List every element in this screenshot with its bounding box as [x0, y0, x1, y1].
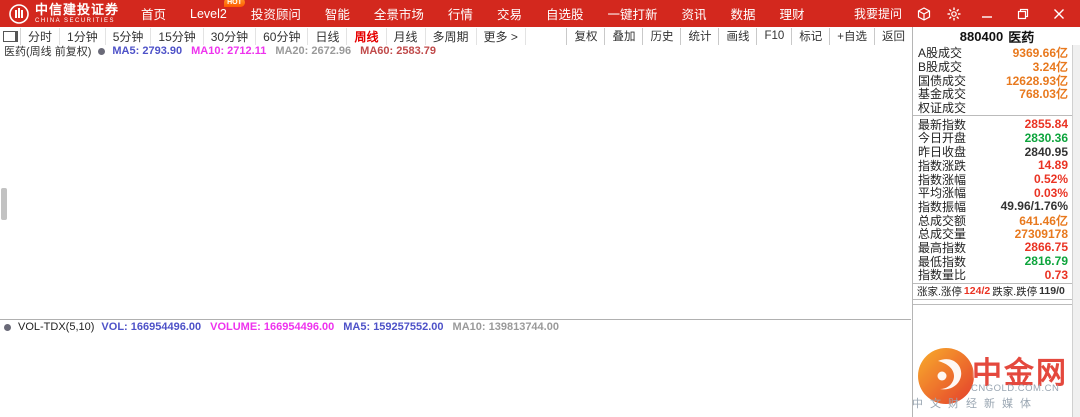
menu-item-wealth[interactable]: 理财 [768, 4, 817, 23]
action-history[interactable]: 历史 [642, 28, 680, 45]
menu-item-data[interactable]: 数据 [719, 4, 768, 23]
ma-value: MA20: 2672.96 [275, 45, 351, 57]
candlestick-chart[interactable] [0, 53, 912, 319]
chart-region: 医药(周线 前复权) MA5: 2793.90 MA10: 2712.11 MA20… [0, 45, 912, 417]
period-60min[interactable]: 60分钟 [256, 28, 308, 45]
menu-item-news[interactable]: 资讯 [669, 4, 718, 23]
panel-scrollbar-thumb[interactable] [1, 188, 7, 220]
period-month[interactable]: 月线 [387, 28, 426, 45]
quote-label: 指数量比 [918, 266, 966, 283]
volume-value: VOL: 166954496.00 [101, 321, 201, 333]
symbol-name: 医药 [1008, 27, 1034, 46]
advancers-label: 涨家.涨停 [917, 284, 962, 299]
brand-name-cn: 中信建投证券 [35, 3, 119, 16]
minimize-button[interactable] [976, 6, 998, 22]
quote-row: 指数量比 0.73 [913, 268, 1072, 282]
citic-logo-icon [8, 3, 30, 25]
topbar-right: 我要提问 [854, 5, 1080, 22]
volume-values: VOL: 166954496.00 VOLUME: 166954496.00 MA5… [101, 321, 559, 333]
indicator-toggle-icon[interactable] [98, 48, 105, 55]
restore-button[interactable] [1012, 6, 1034, 22]
action-adjust[interactable]: 复权 [566, 28, 604, 45]
action-draw[interactable]: 画线 [718, 28, 756, 45]
chart-title: 医药(周线 前复权) [4, 43, 91, 59]
quote-row: 权证成交 [913, 101, 1072, 115]
quote-value: 2830.36 [1025, 131, 1068, 145]
brand: 中信建投证券 CHINA SECURITIES [0, 3, 129, 25]
chart-header: 医药(周线 前复权) MA5: 2793.90 MA10: 2712.11 MA20… [4, 45, 436, 57]
decliners-label: 跌家.跌停 [992, 284, 1037, 299]
theme-cube-icon[interactable] [916, 6, 932, 22]
quote-value: 768.03亿 [1019, 85, 1068, 102]
menu-item-level2[interactable]: Level2HOT [178, 7, 239, 21]
volume-value: VOLUME: 166954496.00 [210, 321, 334, 333]
action-stats[interactable]: 统计 [680, 28, 718, 45]
menu-item-quotes[interactable]: 行情 [436, 4, 485, 23]
layout-split-icon[interactable] [0, 28, 21, 45]
menu-item-market-view[interactable]: 全景市场 [362, 4, 436, 23]
period-fenshi[interactable]: 分时 [21, 28, 60, 45]
period-5min[interactable]: 5分钟 [106, 28, 152, 45]
quote-value: 14.89 [1038, 158, 1068, 172]
ma-value: MA60: 2583.79 [360, 45, 436, 57]
brand-name-en: CHINA SECURITIES [35, 18, 119, 24]
volume-chart[interactable] [0, 335, 912, 417]
breadth-row: 涨家.涨停 124/2 跌家.跌停 119/0 [913, 284, 1072, 300]
ma-values: MA5: 2793.90 MA10: 2712.11 MA20: 2672.96 MA… [112, 45, 436, 57]
quote-group: 最新指数2855.84今日开盘2830.36昨日收盘2840.95指数涨跌14.… [913, 116, 1072, 283]
menu-item-advisor[interactable]: 投资顾问 [239, 4, 313, 23]
money-flow-rows [913, 300, 1072, 305]
period-15min[interactable]: 15分钟 [151, 28, 203, 45]
quote-value: 2840.95 [1025, 145, 1068, 159]
quote-value: 0.03% [1034, 186, 1068, 200]
volume-indicator-name: VOL-TDX(5,10) [18, 321, 94, 333]
quote-value: 0.73 [1045, 268, 1068, 282]
ma-value: MA10: 2712.11 [191, 45, 266, 57]
quote-value: 2855.84 [1025, 117, 1068, 131]
symbol-header: 880400 医药 [912, 27, 1080, 46]
period-day[interactable]: 日线 [308, 28, 347, 45]
action-back[interactable]: 返回 [874, 28, 912, 45]
quote-value: 27309178 [1015, 227, 1068, 241]
volume-header: VOL-TDX(5,10) VOL: 166954496.00 VOLUME: 1… [0, 319, 911, 334]
quote-group: A股成交9369.66亿B股成交3.24亿国债成交12628.93亿基金成交76… [913, 45, 1072, 116]
menu-item-home[interactable]: 首页 [129, 4, 178, 23]
quote-value: 0.52% [1034, 172, 1068, 186]
period-buttons: 分时1分钟5分钟15分钟30分钟60分钟日线周线月线多周期更多 > [21, 28, 526, 45]
symbol-code: 880400 [960, 29, 1003, 44]
quote-panel: A股成交9369.66亿B股成交3.24亿国债成交12628.93亿基金成交76… [912, 45, 1072, 417]
action-overlay[interactable]: 叠加 [604, 28, 642, 45]
decliners-value: 119/0 [1039, 285, 1065, 297]
period-multi[interactable]: 多周期 [426, 28, 477, 45]
menu-item-ipo[interactable]: 一键打新 [595, 4, 669, 23]
panel-scrollbar[interactable] [1072, 45, 1080, 417]
top-menu-bar: 中信建投证券 CHINA SECURITIES 首页Level2HOT投资顾问智… [0, 0, 1080, 27]
period-1min[interactable]: 1分钟 [60, 28, 106, 45]
volume-value: MA5: 159257552.00 [343, 321, 443, 333]
quote-label: 权证成交 [918, 99, 966, 116]
menu-item-smart[interactable]: 智能 [313, 4, 362, 23]
volume-indicator-toggle-icon[interactable] [4, 324, 11, 331]
main-menu: 首页Level2HOT投资顾问智能全景市场行情交易自选股一键打新资讯数据理财 [129, 4, 817, 23]
menu-item-watchlist[interactable]: 自选股 [534, 4, 596, 23]
period-toolbar: 分时1分钟5分钟15分钟30分钟60分钟日线周线月线多周期更多 > 复权叠加历史… [0, 27, 912, 46]
period-week[interactable]: 周线 [347, 28, 386, 45]
settings-gear-icon[interactable] [946, 6, 962, 22]
action-f10[interactable]: F10 [756, 28, 791, 45]
toolbar-actions: 复权叠加历史统计画线F10标记+自选返回 [566, 28, 912, 45]
period-30min[interactable]: 30分钟 [204, 28, 256, 45]
advancers-value: 124/2 [964, 285, 990, 297]
volume-value: MA10: 139813744.00 [453, 321, 559, 333]
trading-terminal-window: 中信建投证券 CHINA SECURITIES 首页Level2HOT投资顾问智… [0, 0, 1080, 417]
quote-value: 2816.79 [1025, 254, 1068, 268]
menu-item-trade[interactable]: 交易 [485, 4, 534, 23]
action-add-watch[interactable]: +自选 [829, 28, 874, 45]
quote-groups: A股成交9369.66亿B股成交3.24亿国债成交12628.93亿基金成交76… [913, 45, 1072, 284]
quote-value: 2866.75 [1025, 240, 1068, 254]
ma-value: MA5: 2793.90 [112, 45, 182, 57]
period-more[interactable]: 更多 > [477, 28, 526, 45]
close-button[interactable] [1048, 6, 1070, 22]
ask-question-link[interactable]: 我要提问 [854, 5, 902, 22]
action-mark[interactable]: 标记 [791, 28, 829, 45]
